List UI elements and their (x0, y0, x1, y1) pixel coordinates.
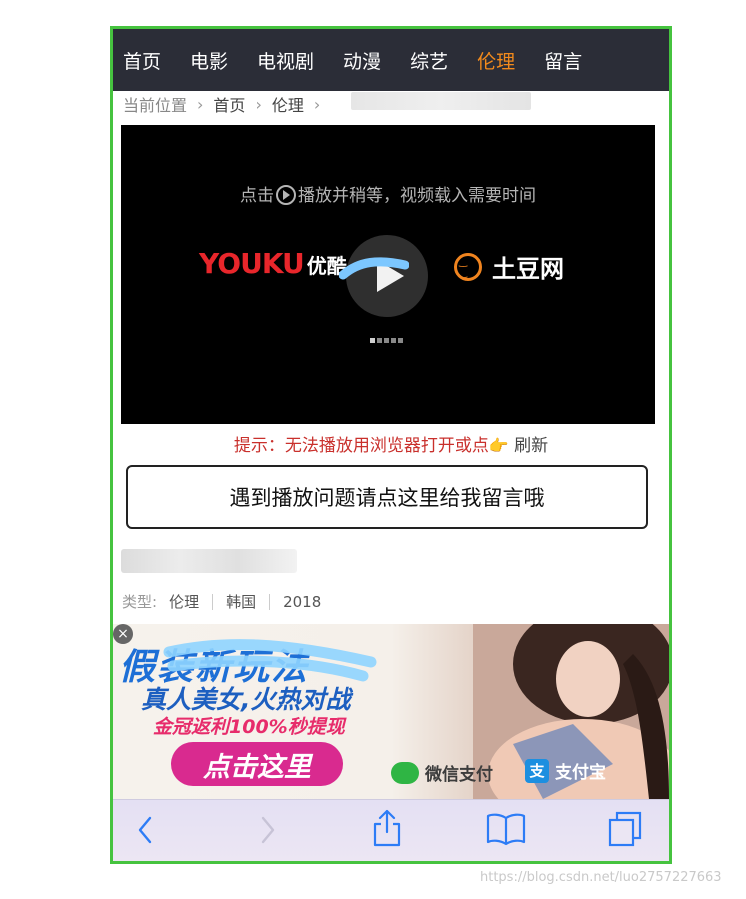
nav-item-ethics[interactable]: 伦理 (477, 47, 515, 74)
chevron-right-icon: › (313, 94, 321, 114)
chevron-right-icon: › (197, 94, 204, 114)
blurred-video-title (121, 549, 297, 573)
report-problem-button[interactable]: 遇到播放问题请点这里给我留言哦 (126, 465, 648, 529)
ad-cta-button[interactable]: 点击这里 (171, 742, 343, 786)
tudou-logo: 土豆网 (454, 249, 564, 284)
nav-item-tv[interactable]: 电视剧 (257, 47, 314, 74)
tabs-icon[interactable] (607, 810, 643, 848)
scribble-redaction (163, 639, 377, 682)
breadcrumb: 当前位置 › 首页 › 伦理 › (123, 91, 330, 117)
divider (269, 593, 271, 610)
meta-genre[interactable]: 伦理 (169, 591, 199, 612)
play-circle-icon (276, 185, 296, 205)
back-icon[interactable] (135, 814, 155, 846)
scribble-redaction (339, 257, 409, 280)
nav-item-anime[interactable]: 动漫 (343, 47, 381, 74)
blurred-title-redaction (351, 92, 531, 110)
browser-toolbar (113, 799, 669, 861)
breadcrumb-category[interactable]: 伦理 (272, 92, 304, 116)
alipay-badge: 支 支付宝 (525, 758, 606, 783)
video-meta: 类型: 伦理 韩国 2018 (122, 591, 321, 612)
refresh-link[interactable]: 刷新 (514, 436, 548, 456)
ad-promo-text: 金冠返利100%秒提现 (153, 716, 345, 738)
nav-item-movie[interactable]: 电影 (190, 47, 228, 74)
bookmarks-icon[interactable] (486, 812, 526, 846)
nav-item-home[interactable]: 首页 (123, 47, 161, 74)
youku-logo: YOUKU 优酷 (199, 247, 347, 280)
nav-item-message[interactable]: 留言 (544, 47, 582, 74)
meta-region[interactable]: 韩国 (226, 591, 256, 612)
tudou-face-icon (454, 252, 482, 281)
ad-banner[interactable]: × 假装新玩法 真人美女,火热对战 金冠返利100%秒提现 点击这里 微信支付 … (113, 624, 669, 799)
phone-frame: 首页 电影 电视剧 动漫 综艺 伦理 留言 当前位置 › 首页 › 伦理 › 点… (110, 26, 672, 864)
alipay-icon: 支 (525, 758, 549, 783)
player-hint: 点击 播放并稍等，视频载入需要时间 (240, 185, 536, 206)
watermark: https://blog.csdn.net/luo2757227663 (480, 870, 722, 885)
nav-item-variety[interactable]: 综艺 (410, 47, 448, 74)
hand-pointing-icon: 👉 (488, 436, 509, 455)
video-player[interactable]: 点击播放并稍等，视频载入需要时间 YOUKU优酷 土豆网 (121, 125, 655, 424)
ad-subheadline: 真人美女,火热对战 (141, 685, 351, 714)
top-nav: 首页 电影 电视剧 动漫 综艺 伦理 留言 (113, 29, 669, 91)
forward-icon[interactable] (258, 814, 278, 846)
breadcrumb-home[interactable]: 首页 (213, 92, 245, 116)
breadcrumb-label: 当前位置 (123, 96, 188, 115)
loading-indicator (370, 338, 403, 343)
wechat-pay-badge: 微信支付 (391, 760, 493, 785)
play-tip: 提示：无法播放用浏览器打开或点👉 刷新 (233, 436, 549, 456)
meta-year[interactable]: 2018 (283, 593, 321, 611)
divider (212, 593, 214, 610)
meta-type-label: 类型: (122, 593, 158, 611)
wechat-icon (391, 761, 419, 784)
chevron-right-icon: › (255, 94, 262, 114)
share-icon[interactable] (371, 808, 403, 848)
